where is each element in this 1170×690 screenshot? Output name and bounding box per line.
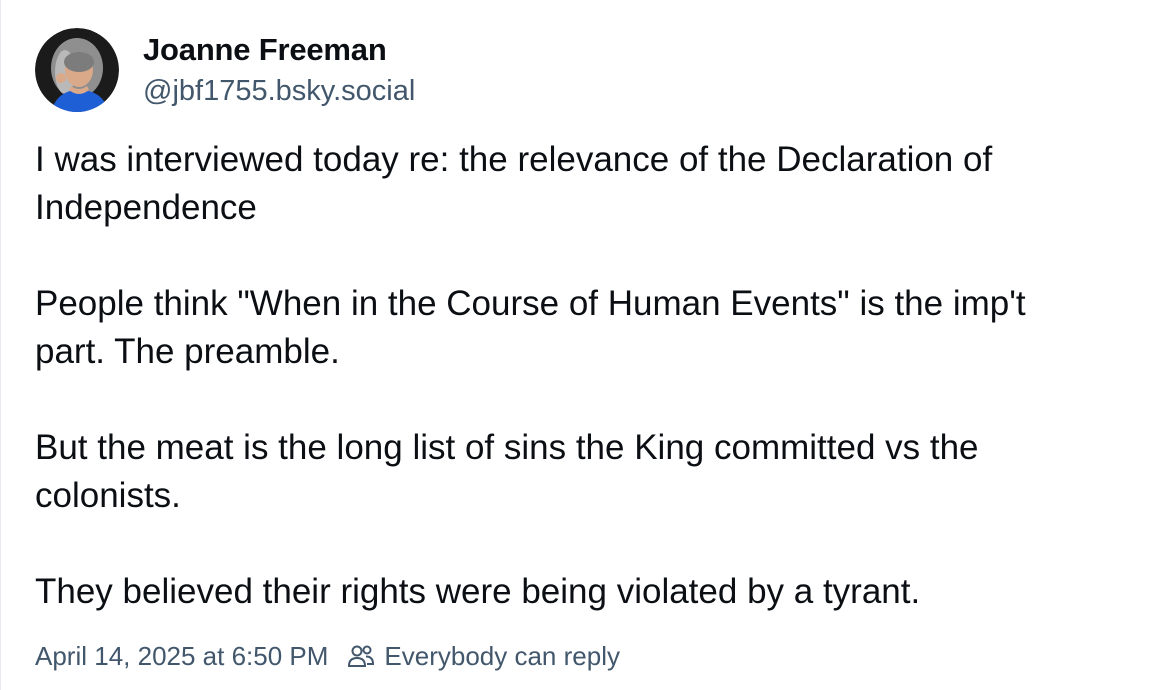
people-icon [346, 641, 376, 671]
post-line: I was interviewed today re: the relevanc… [35, 140, 993, 179]
reply-setting-label: Everybody can reply [384, 641, 620, 671]
post-paragraph: I was interviewed today re: the relevanc… [35, 136, 1155, 232]
post-line: But the meat is the long list of sins th… [35, 428, 979, 467]
post-line: People think "When in the Course of Huma… [35, 284, 1026, 323]
reply-setting: Everybody can reply [346, 638, 620, 674]
post-line: colonists. [35, 476, 181, 515]
author-display-name[interactable]: Joanne Freeman [143, 30, 387, 70]
post-line: They believed their rights were being vi… [35, 572, 921, 611]
post-paragraph: People think "When in the Course of Huma… [35, 280, 1155, 376]
post-text: I was interviewed today re: the relevanc… [35, 136, 1155, 664]
post-paragraph: They believed their rights were being vi… [35, 568, 1155, 616]
author-handle[interactable]: @jbf1755.bsky.social [143, 72, 415, 110]
post-card: Joanne Freeman @jbf1755.bsky.social I wa… [0, 0, 1170, 690]
post-line: part. The preamble. [35, 332, 340, 371]
post-meta: April 14, 2025 at 6:50 PM Everybody can … [35, 638, 620, 674]
post-line: Independence [35, 188, 257, 227]
avatar-image [35, 28, 119, 112]
post-timestamp[interactable]: April 14, 2025 at 6:50 PM [35, 638, 328, 674]
post-paragraph: But the meat is the long list of sins th… [35, 424, 1155, 520]
avatar[interactable] [35, 28, 119, 112]
